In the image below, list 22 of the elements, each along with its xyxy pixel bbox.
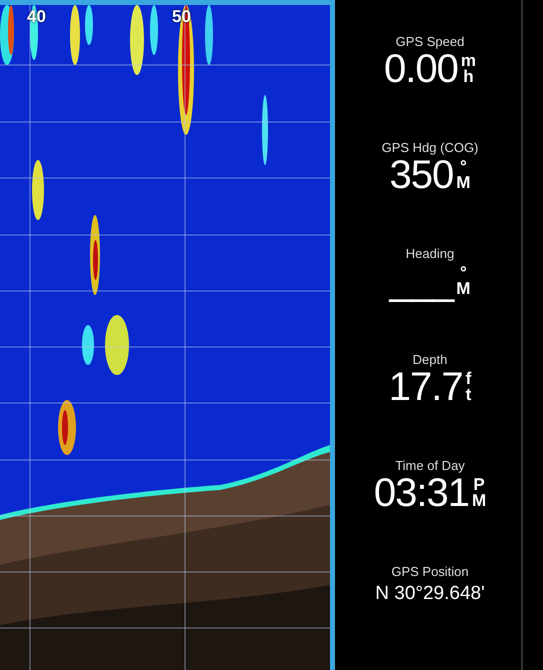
readout-value: 0.00 xyxy=(384,49,458,89)
readout-value: ___ xyxy=(390,261,454,301)
unit-label: h xyxy=(463,69,474,85)
unit-label: P xyxy=(473,477,485,493)
unit-label: f xyxy=(466,371,472,387)
readout-label: GPS Hdg (COG) xyxy=(382,140,478,155)
unit-label: ° xyxy=(460,265,467,281)
unit-label: ° xyxy=(460,159,467,175)
readout-label: Depth xyxy=(412,352,448,367)
unit-label: m xyxy=(460,53,476,69)
unit-label: M xyxy=(456,175,470,191)
unit-label: t xyxy=(466,387,472,403)
unit-label: M xyxy=(456,281,470,297)
readout-label: Heading xyxy=(406,246,454,261)
readout-label: GPS Speed xyxy=(396,34,464,49)
readout-value: N 30°29.648' xyxy=(375,583,485,605)
readout-value: 03:31 xyxy=(374,473,469,513)
readout-value: 350 xyxy=(390,155,454,195)
readout-value: 17.7 xyxy=(388,367,463,407)
readout-label: Time of Day xyxy=(395,458,465,473)
readout-label: GPS Position xyxy=(391,564,469,579)
unit-label: M xyxy=(472,493,486,509)
